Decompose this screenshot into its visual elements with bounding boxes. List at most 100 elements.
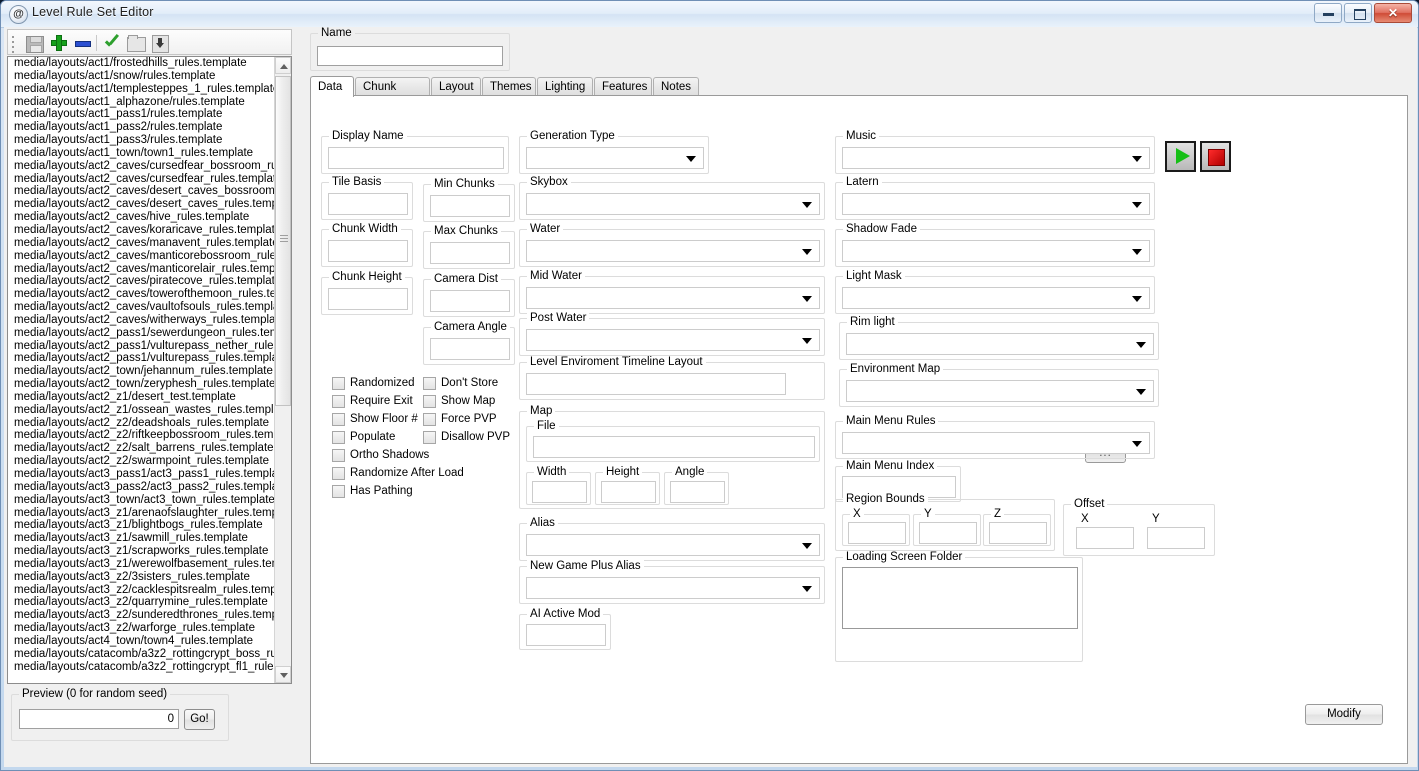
rule-set-file-list[interactable]: media/layouts/act1/frostedhills_rules.te… [7, 56, 292, 684]
list-item[interactable]: media/layouts/act2_z2/deadshoals_rules.t… [8, 417, 274, 430]
environment-map-combo[interactable] [846, 380, 1154, 402]
close-button[interactable]: ✕ [1374, 3, 1412, 23]
max-chunks-input[interactable] [430, 242, 510, 264]
latern-combo[interactable] [842, 193, 1150, 215]
light-mask-combo[interactable] [842, 287, 1150, 309]
tab-notes[interactable]: Notes [653, 77, 699, 96]
ai-active-mod-input[interactable] [526, 624, 606, 646]
list-item[interactable]: media/layouts/act2_caves/cursedfear_boss… [8, 160, 274, 173]
checkbox-show-map[interactable] [423, 395, 436, 408]
list-item[interactable]: media/layouts/act2_town/zeryphesh_rules.… [8, 378, 274, 391]
list-item[interactable]: media/layouts/act2_z1/desert_test.templa… [8, 391, 274, 404]
list-item[interactable]: media/layouts/act3_z2/cacklespitsrealm_r… [8, 584, 274, 597]
tile-basis-input[interactable] [328, 193, 408, 215]
tab-layout[interactable]: Layout [431, 77, 481, 96]
list-item[interactable]: media/layouts/act3_pass2/act3_pass2_rule… [8, 481, 274, 494]
music-combo[interactable] [842, 147, 1150, 169]
list-item[interactable]: media/layouts/act2_caves/vaultofsouls_ru… [8, 301, 274, 314]
check-icon[interactable] [101, 33, 123, 53]
list-item[interactable]: media/layouts/act1_pass1/rules.template [8, 108, 274, 121]
tab-chunk-types[interactable]: Chunk Types [355, 77, 430, 111]
list-item[interactable]: media/layouts/act2_caves/manavent_rules.… [8, 237, 274, 250]
offset-y-input[interactable] [1147, 527, 1205, 549]
map-file-input[interactable] [533, 436, 815, 458]
save-icon[interactable] [24, 33, 46, 53]
list-item[interactable]: media/layouts/act3_z2/3sisters_rules.tem… [8, 571, 274, 584]
minimize-button[interactable] [1314, 3, 1342, 23]
list-item[interactable]: media/layouts/act2_caves/hive_rules.temp… [8, 211, 274, 224]
scroll-up-button[interactable] [275, 57, 291, 74]
map-height-input[interactable] [601, 481, 656, 503]
tab-data[interactable]: Data [310, 76, 354, 97]
list-item[interactable]: media/layouts/act1_pass3/rules.template [8, 134, 274, 147]
list-item[interactable]: media/layouts/act2_caves/manticorebossro… [8, 250, 274, 263]
scrollbar-thumb[interactable] [275, 76, 291, 406]
stop-icon[interactable] [1200, 141, 1231, 172]
main-menu-rules-combo[interactable] [842, 432, 1150, 454]
checkbox-populate[interactable] [332, 431, 345, 444]
download-icon[interactable] [149, 33, 171, 53]
list-item[interactable]: media/layouts/act3_z1/sawmill_rules.temp… [8, 532, 274, 545]
list-item[interactable]: media/layouts/act2_caves/manticorelair_r… [8, 263, 274, 276]
region-bounds-z-input[interactable] [989, 522, 1047, 544]
list-item[interactable]: media/layouts/act3_z1/arenaofslaughter_r… [8, 507, 274, 520]
min-chunks-input[interactable] [430, 195, 510, 217]
region-bounds-x-input[interactable] [848, 522, 906, 544]
list-item[interactable]: media/layouts/act1/frostedhills_rules.te… [8, 57, 274, 70]
list-item[interactable]: media/layouts/act2_caves/desert_caves_ru… [8, 198, 274, 211]
map-angle-input[interactable] [670, 481, 725, 503]
list-item[interactable]: media/layouts/act2_caves/desert_caves_bo… [8, 185, 274, 198]
water-combo[interactable] [526, 240, 820, 262]
go-button[interactable]: Go! [184, 709, 215, 730]
offset-x-input[interactable] [1076, 527, 1134, 549]
list-item[interactable]: media/layouts/act2_pass1/vulturepass_rul… [8, 352, 274, 365]
checkbox-randomized[interactable] [332, 377, 345, 390]
timeline-layout-input[interactable] [526, 373, 786, 395]
list-item[interactable]: media/layouts/catacomb/a3z2_rottingcrypt… [8, 648, 274, 661]
list-item[interactable]: media/layouts/act3_z2/warforge_rules.tem… [8, 622, 274, 635]
post-water-combo[interactable] [526, 329, 820, 351]
modify-button[interactable]: Modify [1305, 704, 1383, 725]
list-item[interactable]: media/layouts/act1_alphazone/rules.templ… [8, 96, 274, 109]
loading-screen-folder-list[interactable] [842, 567, 1078, 629]
list-item[interactable]: media/layouts/act2_caves/piratecove_rule… [8, 275, 274, 288]
list-item[interactable]: media/layouts/act2_caves/koraricave_rule… [8, 224, 274, 237]
file-list-scrollbar[interactable] [274, 57, 291, 683]
mid-water-combo[interactable] [526, 287, 820, 309]
checkbox-randomize-after-load[interactable] [332, 467, 345, 480]
play-icon[interactable] [1165, 141, 1196, 172]
list-item[interactable]: media/layouts/act3_z2/quarrymine_rules.t… [8, 596, 274, 609]
skybox-combo[interactable] [526, 193, 820, 215]
list-item[interactable]: media/layouts/act1/snow/rules.template [8, 70, 274, 83]
list-item[interactable]: media/layouts/act2_z1/ossean_wastes_rule… [8, 404, 274, 417]
camera-angle-input[interactable] [430, 338, 510, 360]
list-item[interactable]: media/layouts/act2_z2/salt_barrens_rules… [8, 442, 274, 455]
display-name-input[interactable] [328, 147, 504, 169]
list-item[interactable]: media/layouts/act2_caves/cursedfear_rule… [8, 173, 274, 186]
alias-combo[interactable] [526, 534, 820, 556]
remove-icon[interactable] [72, 33, 94, 53]
list-item[interactable]: media/layouts/act3_pass1/act3_pass1_rule… [8, 468, 274, 481]
list-item[interactable]: media/layouts/act2_pass1/sewerdungeon_ru… [8, 327, 274, 340]
name-input[interactable] [317, 46, 503, 66]
region-bounds-y-input[interactable] [919, 522, 977, 544]
list-item[interactable]: media/layouts/act1_town/town1_rules.temp… [8, 147, 274, 160]
checkbox-disallow-pvp[interactable] [423, 431, 436, 444]
tab-features[interactable]: Features [594, 77, 652, 96]
chunk-height-input[interactable] [328, 288, 408, 310]
checkbox-has-pathing[interactable] [332, 485, 345, 498]
list-item[interactable]: media/layouts/act3_z2/sunderedthrones_ru… [8, 609, 274, 622]
generation-type-combo[interactable] [526, 147, 704, 169]
list-item[interactable]: media/layouts/act3_z1/scrapworks_rules.t… [8, 545, 274, 558]
maximize-restore-button[interactable] [1344, 3, 1372, 23]
preview-seed-input[interactable]: 0 [19, 709, 179, 729]
list-item[interactable]: media/layouts/act2_town/jehannum_rules.t… [8, 365, 274, 378]
new-game-plus-alias-combo[interactable] [526, 577, 820, 599]
list-item[interactable]: media/layouts/catacomb/a3z2_rottingcrypt… [8, 661, 274, 674]
checkbox-ortho-shadows[interactable] [332, 449, 345, 462]
map-width-input[interactable] [532, 481, 587, 503]
add-icon[interactable] [48, 33, 70, 53]
tab-themes[interactable]: Themes [482, 77, 536, 96]
list-item[interactable]: media/layouts/act4_town/town4_rules.temp… [8, 635, 274, 648]
checkbox-force-pvp[interactable] [423, 413, 436, 426]
